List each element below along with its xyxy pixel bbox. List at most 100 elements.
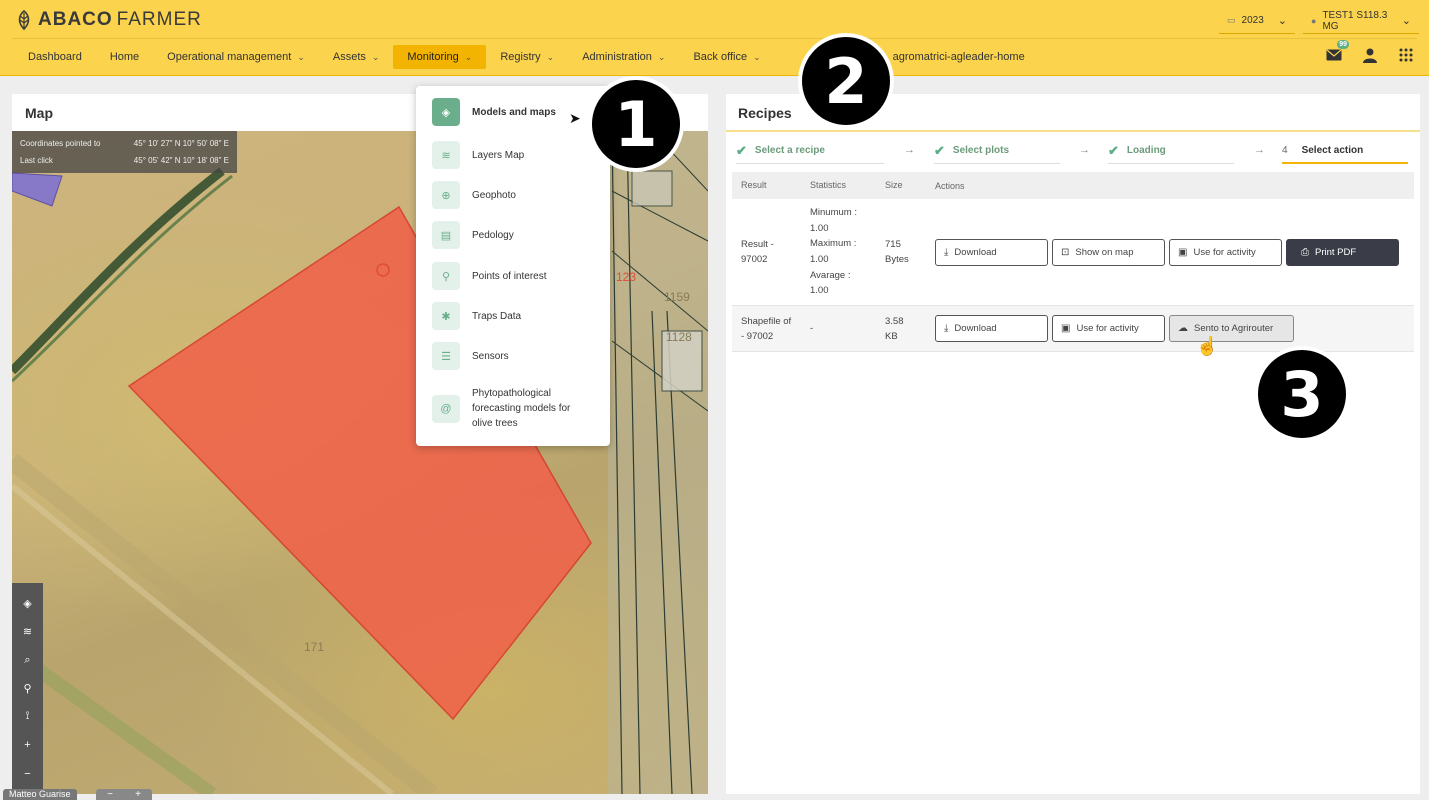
layers-icon: ≋ — [432, 141, 460, 169]
at-icon: @ — [432, 394, 460, 423]
menu-item-label: Geophoto — [472, 189, 516, 201]
menu-item-models-and-maps[interactable]: ◈ Models and maps — [432, 98, 556, 126]
size-unit: KB — [885, 330, 898, 342]
stat-value: 1.00 — [810, 254, 829, 265]
nav-item-label: Registry — [500, 51, 541, 63]
step-loading[interactable]: ✔ Loading — [1108, 138, 1234, 164]
parcel-label: 1159 — [664, 290, 690, 304]
use-for-activity-button[interactable]: ▣ Use for activity — [1169, 238, 1282, 266]
result-id: - 97002 — [741, 330, 774, 342]
use-for-activity-button[interactable]: ▣ Use for activity — [1052, 315, 1165, 342]
pin-icon[interactable]: ⚲ — [18, 678, 38, 698]
print-pdf-button[interactable]: ⎙ Print PDF — [1286, 238, 1399, 266]
user-icon[interactable] — [1361, 46, 1379, 64]
soil-file-icon: ▤ — [432, 221, 460, 249]
nav-item-label: Operational management — [167, 51, 292, 63]
bug-icon: ✱ — [432, 302, 460, 330]
size-value: 715 — [885, 239, 901, 250]
chevron-down-icon: ⌄ — [657, 51, 666, 62]
menu-item-geophoto[interactable]: ⊕ Geophoto — [432, 181, 516, 209]
search-icon[interactable]: ⌕ — [18, 650, 38, 670]
step-select-plots[interactable]: ✔ Select plots — [934, 138, 1060, 164]
stat-value: - — [810, 322, 814, 334]
layers-diamond-icon[interactable]: ◈ — [18, 593, 38, 613]
col-size: Size — [885, 180, 903, 190]
nav-item-label: Home — [109, 51, 140, 63]
stat-value: 1.00 — [810, 222, 829, 234]
menu-item-label: Points of interest — [472, 270, 547, 282]
parcel-label: 123 — [616, 270, 636, 284]
user-tab[interactable]: Matteo Guarise — [3, 789, 77, 800]
sliders-icon: ☰ — [432, 342, 460, 370]
last-click-label: Last click — [20, 156, 53, 165]
farm-value: TEST1 S118.3 MG — [1322, 9, 1388, 32]
check-icon: ✔ — [736, 142, 747, 158]
download-button[interactable]: ⤓ Download — [935, 315, 1048, 342]
chevron-down-icon: ⌄ — [1401, 15, 1411, 27]
route-icon[interactable]: ⟟ — [18, 707, 38, 727]
col-actions: Actions — [935, 180, 965, 191]
plot-polygon-purple[interactable] — [12, 172, 63, 207]
callout-2: 2 — [798, 33, 894, 129]
send-to-agrirouter-button[interactable]: ☁ Sento to Agrirouter — [1169, 315, 1294, 342]
nav-item-registry[interactable]: Registry ⌄ — [486, 45, 568, 69]
zoom-out-icon[interactable]: − — [18, 764, 38, 784]
mail-icon[interactable]: 99 — [1325, 40, 1349, 64]
actions-cell: ⤓ Download ▣ Use for activity ☁ Sento to Ag… — [935, 315, 1414, 342]
nav-item-operational-management[interactable]: Operational management ⌄ — [153, 45, 319, 69]
zoom-in-icon[interactable]: + — [18, 735, 38, 755]
menu-item-points-of-interest[interactable]: ⚲ Points of interest — [432, 262, 546, 290]
step-select-recipe[interactable]: ✔ Select a recipe — [736, 138, 884, 164]
menu-item-pedology[interactable]: ▤ Pedology — [432, 221, 514, 249]
nav-item-home[interactable]: Home — [96, 45, 153, 69]
year-value: 2023 — [1241, 15, 1264, 26]
farm-select[interactable]: ● TEST1 S118.3 MG ⌄ — [1303, 8, 1419, 34]
stat-label: Maximum : — [810, 238, 857, 250]
nav-item-monitoring[interactable]: Monitoring ⌄ — [393, 45, 487, 69]
arrow-right-icon: → — [1254, 144, 1265, 156]
pin-icon: ⚲ — [432, 262, 460, 290]
coords-pointed-label: Coordinates pointed to — [20, 139, 101, 148]
step-label: Loading — [1126, 145, 1166, 156]
button-label: Sento to Agrirouter — [1194, 323, 1274, 334]
brand-name-bold: ABACO — [38, 9, 113, 30]
maximize-button[interactable]: + — [135, 789, 141, 800]
check-icon: ✔ — [934, 142, 945, 158]
col-statistics: Statistics — [810, 179, 847, 190]
layers-diamond-icon: ◈ — [432, 98, 460, 126]
step-label: Select a recipe — [754, 145, 825, 156]
year-select[interactable]: ▭ 2023 ⌄ — [1219, 8, 1295, 34]
nav-item-assets[interactable]: Assets ⌄ — [319, 45, 394, 69]
nav-item-dashboard[interactable]: Dashboard — [14, 45, 96, 69]
menu-item-layers-map[interactable]: ≋ Layers Map — [432, 141, 524, 169]
button-label: Show on map — [1075, 246, 1134, 258]
button-label: Download — [954, 246, 997, 258]
brand-name-light: FARMER — [116, 9, 202, 30]
button-label: Use for activity — [1076, 323, 1139, 334]
layers-icon[interactable]: ≋ — [18, 622, 38, 642]
nav-item-back-office[interactable]: Back office ⌄ — [679, 45, 774, 69]
nav-item-administration[interactable]: Administration ⌄ — [568, 45, 679, 69]
stat-label: Minumum : — [810, 207, 857, 219]
result-id: 97002 — [741, 254, 768, 265]
menu-item-label: Layers Map — [472, 149, 525, 161]
step-select-action[interactable]: 4 Select action — [1282, 138, 1408, 164]
menu-item-phytopathological-forecasting-models[interactable]: @ Phytopathological forecasting models fo… — [432, 386, 592, 431]
minimize-button[interactable]: − — [107, 789, 113, 800]
check-icon: ✔ — [1108, 142, 1119, 158]
recipes-title: Recipes — [738, 105, 792, 121]
show-on-map-button[interactable]: ⊡ Show on map — [1052, 238, 1165, 266]
chevron-down-icon: ⌄ — [753, 51, 761, 62]
calendar-add-icon: ▣ — [1178, 246, 1188, 258]
menu-item-sensors[interactable]: ☰ Sensors — [432, 342, 509, 370]
menu-item-traps-data[interactable]: ✱ Traps Data — [432, 302, 521, 330]
apps-grid-icon[interactable] — [1397, 46, 1415, 64]
user-small-icon: ● — [1311, 15, 1317, 26]
brand-logo[interactable]: ABACO FARMER — [14, 9, 202, 31]
size-unit: Bytes — [885, 254, 909, 265]
button-label: Download — [954, 323, 997, 334]
chevron-down-icon: ⌄ — [546, 51, 555, 62]
download-button[interactable]: ⤓ Download — [935, 238, 1048, 266]
nav-item-agromatrici-agleader-home[interactable]: agromatrici-agleader-home — [879, 45, 1039, 69]
stat-value: 1.00 — [810, 285, 829, 297]
